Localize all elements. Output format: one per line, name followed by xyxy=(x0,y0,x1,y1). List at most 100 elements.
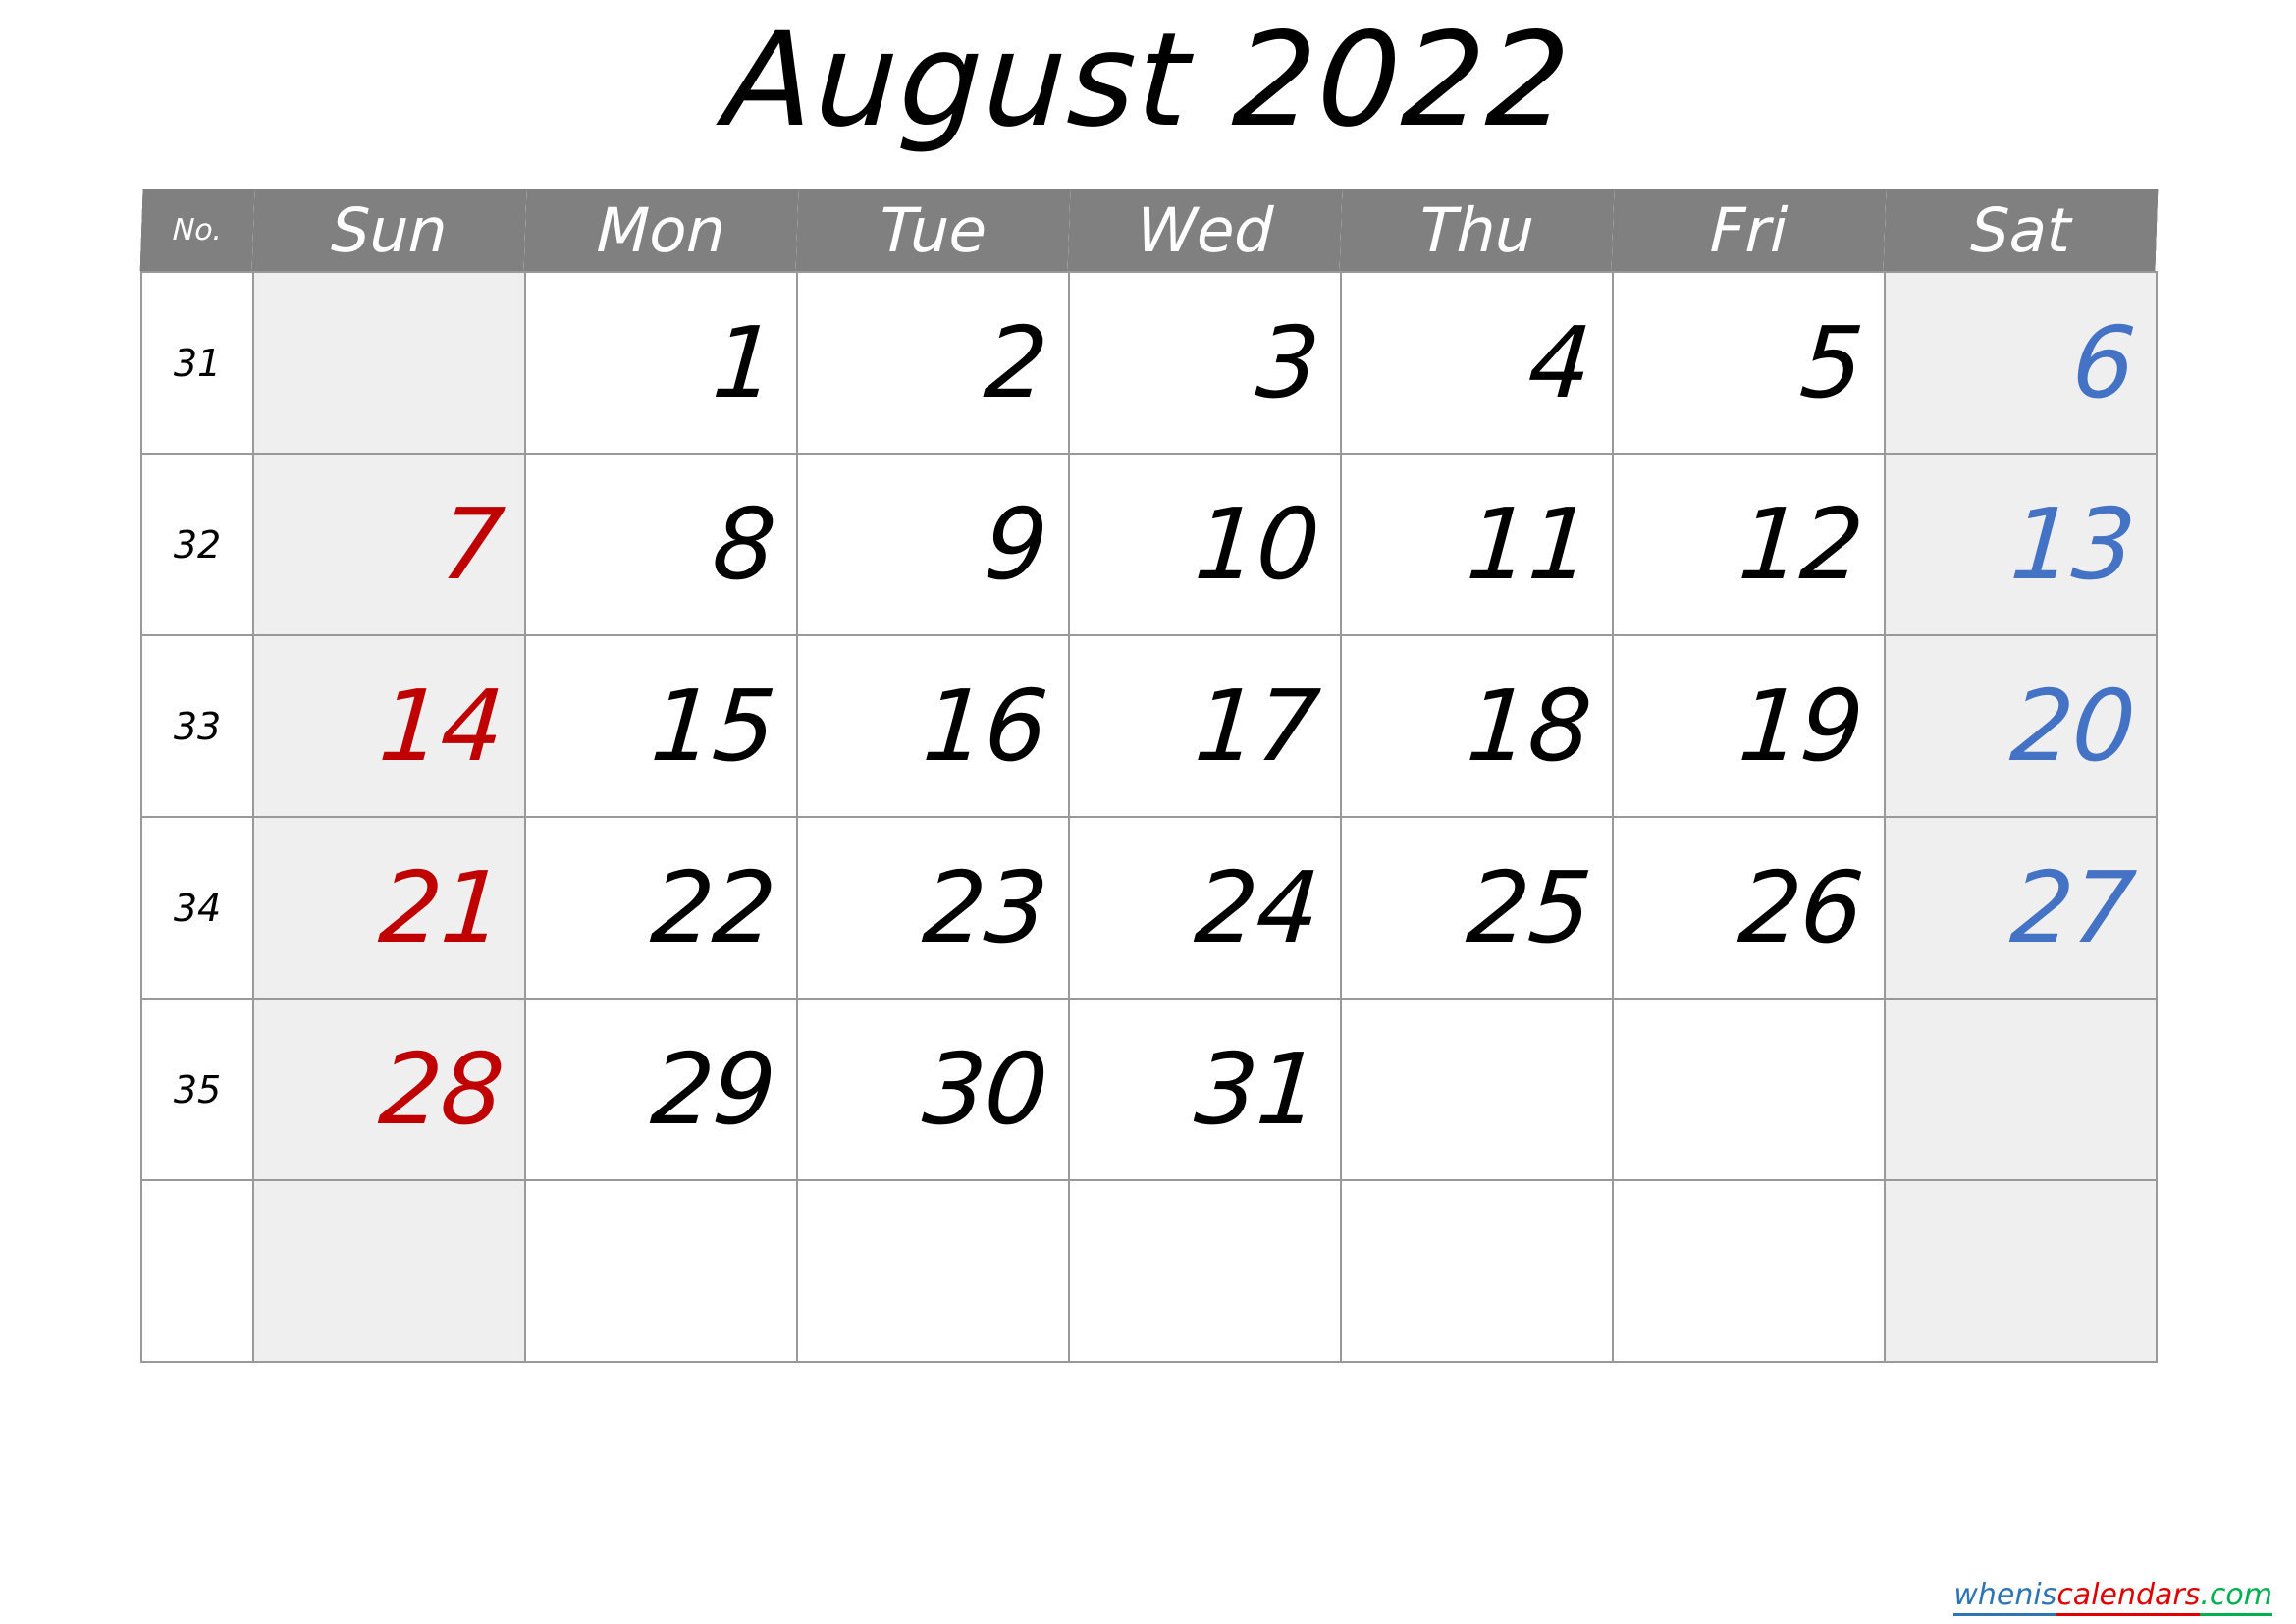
day-cell[interactable]: 10 xyxy=(1068,453,1342,636)
day-cell[interactable]: 17 xyxy=(1068,634,1342,818)
day-cell[interactable]: 1 xyxy=(524,271,798,455)
day-cell[interactable]: 13 xyxy=(1884,453,2158,636)
week-number-cell xyxy=(140,1179,254,1363)
calendar-week-row: 34 21 22 23 24 25 26 27 xyxy=(140,816,2158,1000)
day-number: 27 xyxy=(2006,849,2139,965)
day-number: 15 xyxy=(647,668,779,784)
day-number: 20 xyxy=(2006,668,2139,784)
day-cell[interactable]: 3 xyxy=(1068,271,1342,455)
day-number: 14 xyxy=(375,668,507,784)
day-cell[interactable] xyxy=(1068,1179,1342,1363)
watermark-part-whenis: whenis xyxy=(1953,1578,2057,1616)
calendar-table: No. Sun Mon Tue Wed Thu Fri Sat 31 1 2 3 4 5 6… xyxy=(139,189,2159,1363)
day-number: 17 xyxy=(1191,668,1323,784)
day-cell[interactable]: 2 xyxy=(796,271,1070,455)
day-number: 30 xyxy=(919,1031,1051,1147)
day-cell[interactable]: 24 xyxy=(1068,816,1342,1000)
day-cell[interactable]: 9 xyxy=(796,453,1070,636)
calendar-week-row: 33 14 15 16 17 18 19 20 xyxy=(140,634,2158,818)
day-number: 1 xyxy=(709,304,779,420)
day-number: 18 xyxy=(1463,668,1595,784)
header-day-mon: Mon xyxy=(523,189,799,272)
day-cell[interactable] xyxy=(1612,1179,1886,1363)
day-cell[interactable]: 8 xyxy=(524,453,798,636)
day-number: 24 xyxy=(1191,849,1323,965)
day-cell[interactable] xyxy=(1340,998,1614,1181)
day-cell[interactable] xyxy=(252,271,526,455)
day-number: 16 xyxy=(919,668,1051,784)
day-cell[interactable]: 4 xyxy=(1340,271,1614,455)
day-number: 4 xyxy=(1524,304,1595,420)
day-number: 7 xyxy=(437,486,507,602)
day-cell[interactable]: 27 xyxy=(1884,816,2158,1000)
week-number-cell: 35 xyxy=(140,998,254,1181)
day-cell[interactable]: 18 xyxy=(1340,634,1614,818)
header-day-sun: Sun xyxy=(251,189,527,272)
day-cell[interactable]: 22 xyxy=(524,816,798,1000)
day-cell[interactable]: 20 xyxy=(1884,634,2158,818)
calendar-week-row: 31 1 2 3 4 5 6 xyxy=(140,271,2158,455)
header-day-wed: Wed xyxy=(1067,189,1343,272)
day-number: 31 xyxy=(1191,1031,1323,1147)
day-cell[interactable]: 5 xyxy=(1612,271,1886,455)
week-number-cell: 32 xyxy=(140,453,254,636)
watermark: wheniscalendars.com xyxy=(1953,1578,2272,1616)
day-cell[interactable] xyxy=(1340,1179,1614,1363)
watermark-part-calendars: calendars xyxy=(2056,1578,2201,1616)
week-number-cell: 33 xyxy=(140,634,254,818)
calendar-header-row: No. Sun Mon Tue Wed Thu Fri Sat xyxy=(139,189,2159,272)
day-cell[interactable]: 19 xyxy=(1612,634,1886,818)
day-cell[interactable] xyxy=(1612,998,1886,1181)
day-cell[interactable]: 12 xyxy=(1612,453,1886,636)
day-cell[interactable]: 30 xyxy=(796,998,1070,1181)
header-day-thu: Thu xyxy=(1339,189,1615,272)
day-number: 19 xyxy=(1735,668,1867,784)
day-cell[interactable] xyxy=(524,1179,798,1363)
day-cell[interactable]: 31 xyxy=(1068,998,1342,1181)
day-number: 2 xyxy=(981,304,1051,420)
header-day-sat: Sat xyxy=(1883,189,2159,272)
day-cell[interactable]: 11 xyxy=(1340,453,1614,636)
week-number-cell: 34 xyxy=(140,816,254,1000)
day-cell[interactable]: 28 xyxy=(252,998,526,1181)
day-cell[interactable] xyxy=(796,1179,1070,1363)
day-number: 29 xyxy=(647,1031,779,1147)
day-cell[interactable]: 29 xyxy=(524,998,798,1181)
day-number: 22 xyxy=(647,849,779,965)
day-cell[interactable]: 7 xyxy=(252,453,526,636)
calendar-body: 31 1 2 3 4 5 6 32 7 8 9 10 11 12 13 33 14 15 16 17 18 19 20 34 2… xyxy=(140,271,2158,1363)
day-number: 8 xyxy=(709,486,779,602)
day-number: 13 xyxy=(2006,486,2139,602)
day-cell[interactable] xyxy=(1884,998,2158,1181)
calendar-week-row: 35 28 29 30 31 xyxy=(140,998,2158,1181)
day-number: 10 xyxy=(1191,486,1323,602)
watermark-part-com: .com xyxy=(2200,1578,2272,1616)
day-number: 9 xyxy=(981,486,1051,602)
day-cell[interactable]: 21 xyxy=(252,816,526,1000)
day-cell[interactable]: 26 xyxy=(1612,816,1886,1000)
day-number: 26 xyxy=(1735,849,1867,965)
calendar-week-row xyxy=(140,1179,2158,1363)
day-cell[interactable]: 6 xyxy=(1884,271,2158,455)
day-cell[interactable]: 23 xyxy=(796,816,1070,1000)
day-cell[interactable]: 14 xyxy=(252,634,526,818)
day-number: 11 xyxy=(1463,486,1595,602)
day-number: 23 xyxy=(919,849,1051,965)
day-cell[interactable]: 15 xyxy=(524,634,798,818)
day-number: 25 xyxy=(1463,849,1595,965)
day-number: 28 xyxy=(375,1031,507,1147)
week-number-cell: 31 xyxy=(140,271,254,455)
calendar-page: August 2022 No. Sun Mon Tue Wed Thu Fri … xyxy=(0,0,2296,1624)
header-week-number: No. xyxy=(139,189,255,272)
day-number: 6 xyxy=(2068,304,2139,420)
page-title: August 2022 xyxy=(721,5,1575,156)
day-cell[interactable] xyxy=(1884,1179,2158,1363)
day-number: 3 xyxy=(1253,304,1323,420)
day-cell[interactable] xyxy=(252,1179,526,1363)
day-number: 5 xyxy=(1796,304,1867,420)
header-day-tue: Tue xyxy=(795,189,1071,272)
day-number: 12 xyxy=(1735,486,1867,602)
day-cell[interactable]: 25 xyxy=(1340,816,1614,1000)
day-cell[interactable]: 16 xyxy=(796,634,1070,818)
calendar-week-row: 32 7 8 9 10 11 12 13 xyxy=(140,453,2158,636)
